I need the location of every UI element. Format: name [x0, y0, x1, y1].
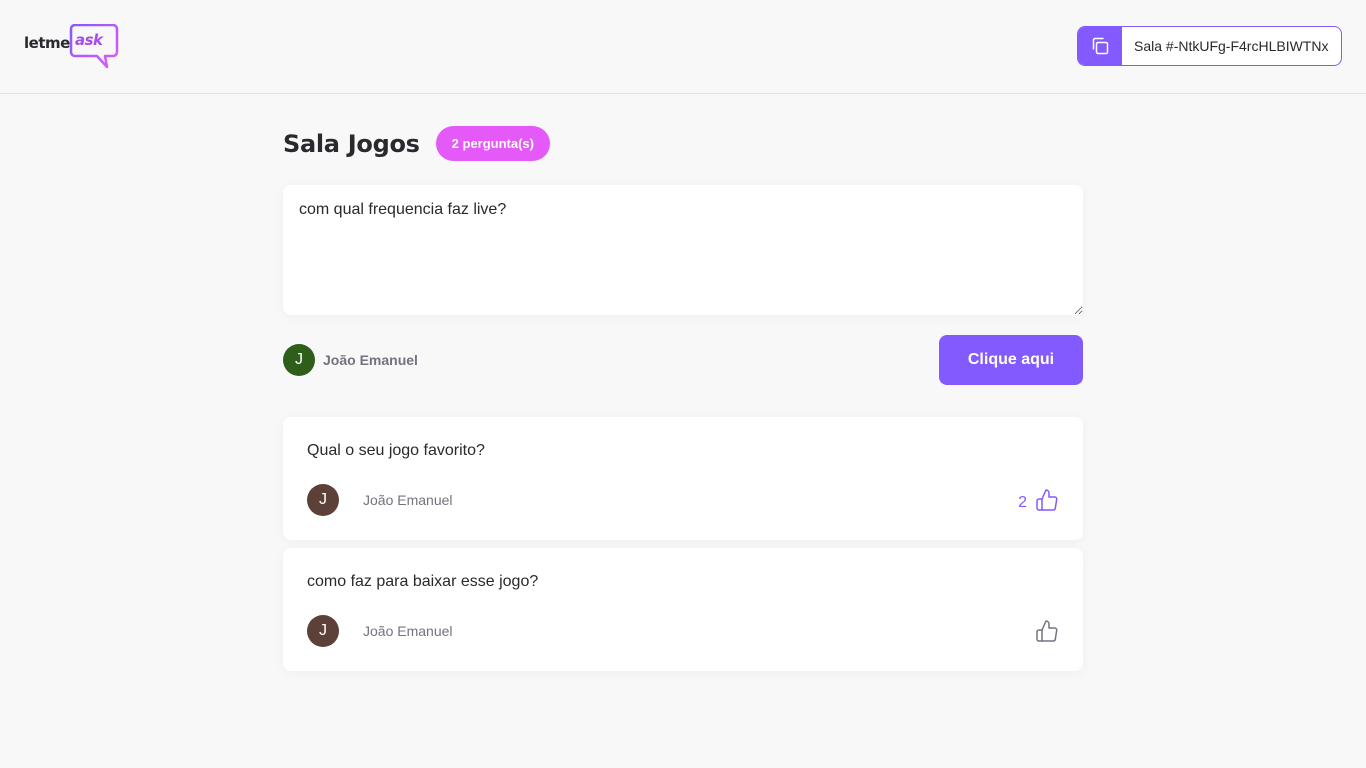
avatar: J	[307, 484, 339, 516]
question-form-footer: J João Emanuel Clique aqui	[283, 335, 1083, 385]
submit-question-button[interactable]: Clique aqui	[939, 335, 1083, 385]
like-button[interactable]	[1027, 619, 1059, 643]
author-name: João Emanuel	[363, 623, 453, 639]
like-button[interactable]: 2	[1018, 488, 1059, 512]
room-title: Sala Jogos	[283, 129, 420, 158]
room-title-row: Sala Jogos 2 pergunta(s)	[283, 126, 550, 161]
user-name: João Emanuel	[323, 352, 418, 368]
question-list: Qual o seu jogo favorito? J João Emanuel…	[283, 417, 1083, 679]
letmeask-logo[interactable]: letme ask	[23, 24, 119, 70]
avatar: J	[307, 615, 339, 647]
thumbs-up-icon	[1036, 489, 1058, 511]
room-code-label: Sala #-NtkUFg-F4rcHLBIWTNx	[1134, 38, 1329, 54]
page-header: letme ask Sala #-NtkUFg-F4rcHLBIWTNx	[0, 0, 1366, 94]
copy-icon-box	[1078, 27, 1122, 65]
thumbs-up-icon	[1036, 620, 1058, 642]
logo-text-ask: ask	[75, 31, 103, 49]
current-user-info: J João Emanuel	[283, 344, 418, 376]
copy-icon	[1092, 37, 1109, 55]
avatar: J	[283, 344, 315, 376]
question-content: Qual o seu jogo favorito?	[307, 442, 485, 459]
question-count-badge: 2 pergunta(s)	[435, 126, 550, 161]
question-author: J João Emanuel	[307, 484, 453, 516]
question-author: J João Emanuel	[307, 615, 453, 647]
author-name: João Emanuel	[363, 492, 453, 508]
question-footer: J João Emanuel	[307, 615, 1059, 647]
like-count: 2	[1018, 494, 1027, 511]
question-card: Qual o seu jogo favorito? J João Emanuel…	[283, 417, 1083, 540]
room-code-copy-button[interactable]: Sala #-NtkUFg-F4rcHLBIWTNx	[1077, 26, 1342, 66]
logo-text-letme: letme	[24, 34, 70, 52]
question-card: como faz para baixar esse jogo? J João E…	[283, 548, 1083, 671]
question-content: como faz para baixar esse jogo?	[307, 573, 539, 590]
question-footer: J João Emanuel 2	[307, 484, 1059, 516]
question-textarea[interactable]	[283, 185, 1083, 315]
